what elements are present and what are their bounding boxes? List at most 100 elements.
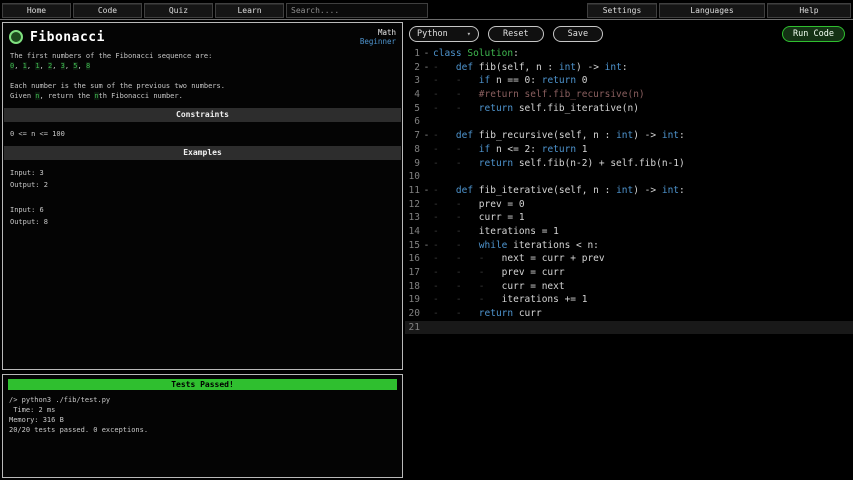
fibonacci-sequence: 0, 1, 1, 2, 3, 5, 8 <box>3 61 402 71</box>
indent-guide: - <box>456 308 479 319</box>
indent-guide: - <box>479 281 502 292</box>
tab-learn[interactable]: Learn <box>215 3 284 18</box>
fold-marker-icon <box>420 74 433 88</box>
code-line[interactable]: 4- - #return self.fib_recursive(n) <box>405 88 853 102</box>
code-line[interactable]: 3- - if n == 0: return 0 <box>405 74 853 88</box>
line-number: 16 <box>405 252 420 266</box>
indent-guide: - <box>479 267 502 278</box>
fold-marker-icon <box>420 266 433 280</box>
indent-guide: - <box>456 294 479 305</box>
indent-guide: - <box>433 199 456 210</box>
fold-marker-icon <box>420 102 433 116</box>
nav-tabs-left: HomeCodeQuizLearn <box>2 3 284 18</box>
problem-difficulty: Beginner <box>360 37 396 46</box>
indent-guide: - <box>433 158 456 169</box>
indent-guide: - <box>456 199 479 210</box>
indent-guide: - <box>433 75 456 86</box>
indent-guide: - <box>433 226 456 237</box>
indent-guide: - <box>433 185 456 196</box>
code-line[interactable]: 9- - return self.fib(n-2) + self.fib(n-1… <box>405 157 853 171</box>
nav-tabs-right: SettingsLanguagesHelp <box>587 3 851 18</box>
problem-intro: The first numbers of the Fibonacci seque… <box>3 51 402 61</box>
indent-guide: - <box>479 253 502 264</box>
problem-desc-2: Given n, return the nth Fibonacci number… <box>3 91 402 101</box>
language-select[interactable]: Python ▾ <box>409 26 479 42</box>
indent-guide: - <box>456 253 479 264</box>
save-button[interactable]: Save <box>553 26 603 42</box>
line-number: 21 <box>405 321 420 335</box>
problem-category: Math <box>360 28 396 37</box>
example-output: Output: 8 <box>3 216 402 228</box>
fold-marker-icon[interactable]: - <box>420 129 433 143</box>
problem-desc-1: Each number is the sum of the previous t… <box>3 81 402 91</box>
fold-marker-icon <box>420 143 433 157</box>
examples-header: Examples <box>4 146 401 160</box>
problem-meta: Math Beginner <box>360 28 396 46</box>
code-area[interactable]: 1-class Solution:2-- def fib(self, n : i… <box>405 47 853 334</box>
constraints-text: 0 <= n <= 100 <box>3 129 402 139</box>
test-output-line: /> python3 ./fib/test.py <box>5 395 400 405</box>
indent-guide: - <box>456 281 479 292</box>
top-navigation-bar: HomeCodeQuizLearn SettingsLanguagesHelp <box>0 0 853 20</box>
indent-guide: - <box>456 89 479 100</box>
code-line[interactable]: 20- - return curr <box>405 307 853 321</box>
code-line[interactable]: 16- - - next = curr + prev <box>405 252 853 266</box>
code-line[interactable]: 5- - return self.fib_iterative(n) <box>405 102 853 116</box>
fold-marker-icon <box>420 115 433 129</box>
language-select-value: Python <box>417 29 448 39</box>
code-line[interactable]: 19- - - iterations += 1 <box>405 293 853 307</box>
tab-home[interactable]: Home <box>2 3 71 18</box>
code-line[interactable]: 2-- def fib(self, n : int) -> int: <box>405 61 853 75</box>
code-line[interactable]: 12- - prev = 0 <box>405 198 853 212</box>
code-line[interactable]: 11-- def fib_iterative(self, n : int) ->… <box>405 184 853 198</box>
reset-button[interactable]: Reset <box>488 26 544 42</box>
fold-marker-icon[interactable]: - <box>420 47 433 61</box>
line-number: 19 <box>405 293 420 307</box>
line-number: 9 <box>405 157 420 171</box>
problem-title: Fibonacci <box>30 30 105 45</box>
fold-marker-icon <box>420 198 433 212</box>
line-number: 12 <box>405 198 420 212</box>
tab-help[interactable]: Help <box>767 3 851 18</box>
fold-marker-icon[interactable]: - <box>420 239 433 253</box>
tab-languages[interactable]: Languages <box>659 3 765 18</box>
code-line[interactable]: 10 <box>405 170 853 184</box>
tab-quiz[interactable]: Quiz <box>144 3 213 18</box>
test-output: /> python3 ./fib/test.py Time: 2 msMemor… <box>5 395 400 435</box>
code-line[interactable]: 8- - if n <= 2: return 1 <box>405 143 853 157</box>
line-number: 3 <box>405 74 420 88</box>
tests-status-banner: Tests Passed! <box>8 379 397 390</box>
indent-guide: - <box>433 103 456 114</box>
code-line[interactable]: 15-- - while iterations < n: <box>405 239 853 253</box>
run-code-button[interactable]: Run Code <box>782 26 845 42</box>
fold-marker-icon[interactable]: - <box>420 61 433 75</box>
code-line[interactable]: 14- - iterations = 1 <box>405 225 853 239</box>
fold-marker-icon[interactable]: - <box>420 184 433 198</box>
example-block: Input: 3Output: 2 <box>3 167 402 191</box>
example-output: Output: 2 <box>3 179 402 191</box>
code-line[interactable]: 18- - - curr = next <box>405 280 853 294</box>
code-line[interactable]: 17- - - prev = curr <box>405 266 853 280</box>
test-results-panel: Tests Passed! /> python3 ./fib/test.py T… <box>2 374 403 478</box>
indent-guide: - <box>433 212 456 223</box>
line-number: 1 <box>405 47 420 61</box>
indent-guide: - <box>456 267 479 278</box>
indent-guide: - <box>433 294 456 305</box>
code-line[interactable]: 6 <box>405 115 853 129</box>
code-line[interactable]: 21 <box>405 321 853 335</box>
indent-guide: - <box>456 240 479 251</box>
problem-panel: Fibonacci Math Beginner The first number… <box>2 22 403 370</box>
search-input[interactable] <box>286 3 428 18</box>
indent-guide: - <box>456 158 479 169</box>
tab-settings[interactable]: Settings <box>587 3 657 18</box>
example-input: Input: 6 <box>3 204 402 216</box>
test-output-line: Time: 2 ms <box>5 405 400 415</box>
tab-code[interactable]: Code <box>73 3 142 18</box>
code-line[interactable]: 1-class Solution: <box>405 47 853 61</box>
code-line[interactable]: 7-- def fib_recursive(self, n : int) -> … <box>405 129 853 143</box>
indent-guide: - <box>456 103 479 114</box>
indent-guide: - <box>456 226 479 237</box>
indent-guide: - <box>433 62 456 73</box>
code-line[interactable]: 13- - curr = 1 <box>405 211 853 225</box>
line-number: 10 <box>405 170 420 184</box>
